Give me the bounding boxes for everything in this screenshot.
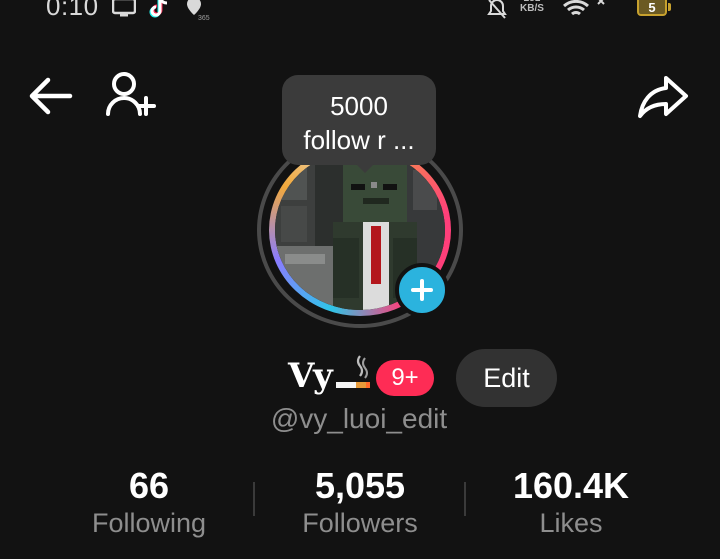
stat-followers[interactable]: 5,055 Followers	[260, 464, 460, 538]
likes-label: Likes	[539, 508, 603, 538]
stat-divider	[253, 482, 255, 516]
followers-label: Followers	[302, 508, 418, 538]
edit-profile-button[interactable]: Edit	[456, 349, 557, 407]
profile-note-tail	[356, 164, 374, 173]
add-story-button[interactable]	[395, 263, 449, 317]
screen-mirror-icon	[111, 0, 137, 22]
wifi-icon	[562, 0, 608, 22]
note-line-1: 5000	[330, 91, 388, 121]
share-arrow-icon[interactable]	[636, 72, 690, 125]
location-pin-icon: 365	[184, 0, 210, 22]
display-name: Vy	[288, 356, 333, 396]
location-label: 365	[198, 15, 210, 22]
username: @vy_luoi_edit	[270, 403, 448, 434]
network-speed-unit: KB/S	[520, 3, 544, 14]
status-bar: 0:10 365 251 KB/S 5	[0, 0, 720, 22]
cigarette-emoji-icon	[336, 354, 372, 399]
profile-note[interactable]: 5000 follow r ...	[282, 75, 436, 165]
likes-count: 160.4K	[512, 465, 630, 506]
status-time: 0:10	[46, 0, 99, 21]
notification-badge[interactable]: 9+	[376, 360, 434, 396]
stat-following[interactable]: 66 Following	[49, 464, 249, 538]
stat-divider	[464, 482, 466, 516]
followers-count: 5,055	[314, 465, 406, 506]
note-line-2: follow r ...	[303, 125, 415, 155]
tiktok-icon	[148, 0, 170, 22]
following-label: Following	[91, 508, 207, 538]
battery-tip	[668, 3, 671, 11]
stat-likes[interactable]: 160.4K Likes	[471, 464, 671, 538]
person-add-icon[interactable]	[104, 70, 158, 125]
bell-muted-icon	[486, 0, 508, 22]
battery-indicator: 5	[637, 0, 667, 16]
network-speed: 251 KB/S	[520, 0, 544, 14]
plus-icon-v	[420, 279, 424, 301]
following-count: 66	[128, 465, 170, 506]
back-arrow-icon[interactable]	[26, 74, 74, 123]
